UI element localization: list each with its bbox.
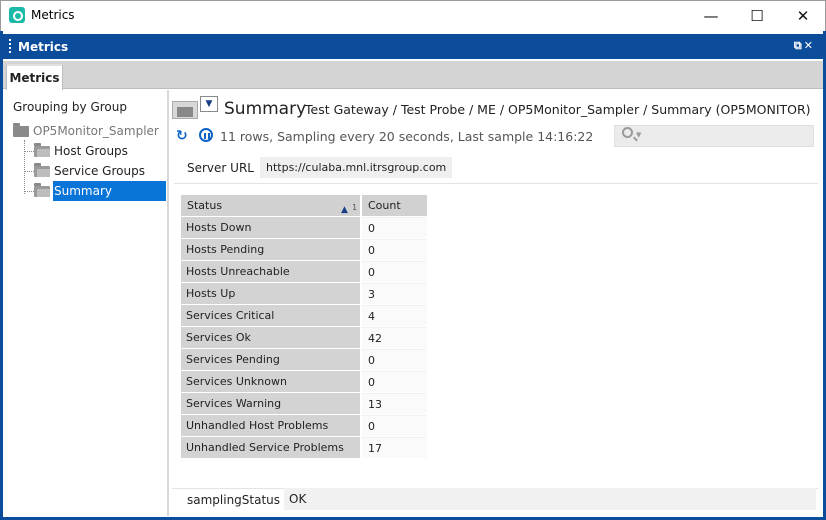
count-cell[interactable]: 13 bbox=[362, 393, 427, 414]
column-header-status[interactable]: Status ▲ 1 bbox=[181, 195, 360, 216]
refresh-icon[interactable]: ↻ bbox=[176, 128, 188, 144]
close-button[interactable]: ✕ bbox=[780, 0, 826, 31]
folder-open-icon bbox=[34, 142, 50, 157]
table-row[interactable]: Hosts Up 3 bbox=[181, 283, 427, 304]
sampling-status-line: 11 rows, Sampling every 20 seconds, Last… bbox=[220, 129, 594, 144]
tree-item-host-groups[interactable]: Host Groups bbox=[34, 141, 128, 161]
status-cell[interactable]: Unhandled Service Problems bbox=[181, 437, 360, 458]
table-row[interactable]: Hosts Down 0 bbox=[181, 217, 427, 238]
status-cell[interactable]: Hosts Down bbox=[181, 217, 360, 238]
tree-connector bbox=[25, 151, 34, 152]
tree-item-label: Host Groups bbox=[54, 144, 128, 158]
grouping-label[interactable]: Grouping by Group bbox=[13, 100, 127, 114]
tree-item-summary[interactable]: Summary bbox=[34, 181, 112, 201]
table-row[interactable]: Services Unknown 0 bbox=[181, 371, 427, 392]
dataview-icon bbox=[172, 97, 198, 119]
panel-title: Metrics bbox=[18, 40, 69, 54]
count-cell[interactable]: 0 bbox=[362, 217, 427, 238]
status-cell[interactable]: Hosts Pending bbox=[181, 239, 360, 260]
status-cell[interactable]: Unhandled Host Problems bbox=[181, 415, 360, 436]
count-cell[interactable]: 0 bbox=[362, 371, 427, 392]
table-row[interactable]: Hosts Pending 0 bbox=[181, 239, 427, 260]
tree-connector bbox=[25, 171, 34, 172]
server-url-value[interactable]: https://culaba.mnl.itrsgroup.com bbox=[260, 157, 453, 178]
view-path: Test Gateway / Test Probe / ME / OP5Moni… bbox=[305, 102, 811, 117]
table-row[interactable]: Services Ok 42 bbox=[181, 327, 427, 348]
window-title: Metrics bbox=[31, 8, 75, 22]
tree-connector bbox=[25, 191, 34, 192]
count-cell[interactable]: 0 bbox=[362, 349, 427, 370]
maximize-button[interactable]: ☐ bbox=[734, 0, 780, 31]
count-cell[interactable]: 0 bbox=[362, 239, 427, 260]
table-row[interactable]: Services Critical 4 bbox=[181, 305, 427, 326]
filter-icon[interactable]: ▼ bbox=[200, 96, 218, 112]
status-cell[interactable]: Hosts Unreachable bbox=[181, 261, 360, 282]
server-url-label: Server URL bbox=[187, 161, 254, 175]
pause-icon[interactable] bbox=[199, 128, 213, 142]
search-icon[interactable] bbox=[622, 127, 633, 138]
count-cell[interactable]: 3 bbox=[362, 283, 427, 304]
table-row[interactable]: Hosts Unreachable 0 bbox=[181, 261, 427, 282]
minimize-button[interactable]: — bbox=[688, 0, 734, 31]
tab-metrics[interactable]: Metrics bbox=[6, 64, 63, 90]
tree-root-label: OP5Monitor_Sampler bbox=[33, 124, 159, 138]
status-cell[interactable]: Services Pending bbox=[181, 349, 360, 370]
sort-index: 1 bbox=[352, 203, 358, 212]
drag-handle-icon[interactable] bbox=[9, 39, 12, 53]
sampling-status-label: samplingStatus bbox=[187, 493, 281, 507]
folder-open-icon bbox=[34, 182, 50, 197]
app-icon bbox=[9, 7, 25, 23]
tab-strip bbox=[3, 61, 823, 89]
folder-icon bbox=[13, 122, 29, 137]
table-row[interactable]: Unhandled Host Problems 0 bbox=[181, 415, 427, 436]
view-title: Summary bbox=[224, 99, 307, 119]
tree-root[interactable]: OP5Monitor_Sampler bbox=[13, 121, 159, 141]
status-cell[interactable]: Services Warning bbox=[181, 393, 360, 414]
status-cell[interactable]: Hosts Up bbox=[181, 283, 360, 304]
column-header-label: Status bbox=[187, 199, 223, 212]
table-row[interactable]: Unhandled Service Problems 17 bbox=[181, 437, 427, 458]
count-cell[interactable]: 4 bbox=[362, 305, 427, 326]
column-header-count[interactable]: Count bbox=[362, 195, 427, 216]
tree-item-label: Summary bbox=[54, 184, 112, 198]
status-cell[interactable]: Services Unknown bbox=[181, 371, 360, 392]
count-cell[interactable]: 0 bbox=[362, 261, 427, 282]
panel-header: Metrics ⧉✕ bbox=[3, 34, 823, 59]
table-row[interactable]: Services Warning 13 bbox=[181, 393, 427, 414]
table-row[interactable]: Services Pending 0 bbox=[181, 349, 427, 370]
tree-item-service-groups[interactable]: Service Groups bbox=[34, 161, 145, 181]
folder-open-icon bbox=[34, 162, 50, 177]
search-input[interactable] bbox=[614, 125, 814, 147]
panel-controls[interactable]: ⧉✕ bbox=[794, 39, 815, 53]
status-cell[interactable]: Services Ok bbox=[181, 327, 360, 348]
count-cell[interactable]: 17 bbox=[362, 437, 427, 458]
status-cell[interactable]: Services Critical bbox=[181, 305, 360, 326]
sampling-status-value[interactable]: OK bbox=[284, 488, 816, 510]
tree-item-label: Service Groups bbox=[54, 164, 145, 178]
count-cell[interactable]: 0 bbox=[362, 415, 427, 436]
count-cell[interactable]: 42 bbox=[362, 327, 427, 348]
chevron-down-icon[interactable]: ▼ bbox=[636, 131, 641, 139]
